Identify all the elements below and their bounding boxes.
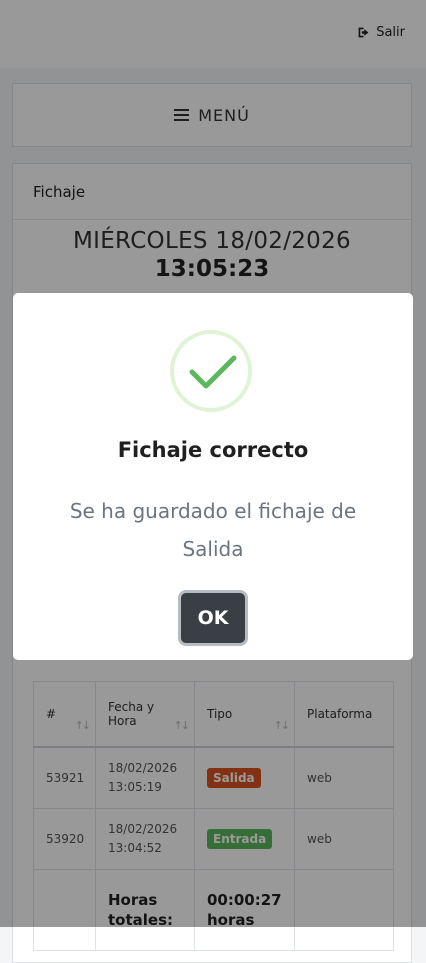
dialog-message: Se ha guardado el fichaje de Salida (69, 499, 357, 561)
success-dialog: Fichaje correcto Se ha guardado el ficha… (13, 293, 413, 660)
ok-button[interactable]: OK (181, 593, 245, 643)
success-check-icon (170, 330, 252, 412)
dialog-title: Fichaje correcto (117, 438, 309, 462)
